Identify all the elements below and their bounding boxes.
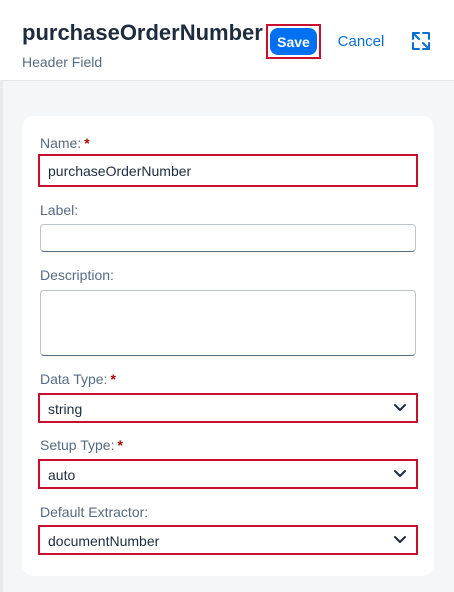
- editor-header: purchaseOrderNumber Header Field Save Ca…: [0, 0, 454, 81]
- chevron-down-icon: [394, 470, 406, 477]
- data-type-select[interactable]: string: [38, 393, 418, 423]
- name-input[interactable]: [38, 154, 418, 187]
- default-extractor-select[interactable]: documentNumber: [38, 525, 418, 555]
- setup-type-value: auto: [48, 467, 76, 483]
- name-label: Name: *: [40, 134, 90, 152]
- panel-edge: [0, 80, 3, 592]
- chevron-down-icon: [394, 404, 406, 411]
- setup-type-label: Setup Type: *: [40, 436, 123, 454]
- chevron-down-icon: [394, 536, 406, 543]
- cancel-button[interactable]: Cancel: [330, 28, 392, 55]
- save-button[interactable]: Save: [270, 28, 317, 55]
- header-field-editor: purchaseOrderNumber Header Field Save Ca…: [0, 0, 454, 592]
- name-label-text: Name:: [40, 135, 82, 151]
- default-extractor-label: Default Extractor:: [40, 504, 149, 520]
- page-subtitle: Header Field: [22, 54, 103, 70]
- default-extractor-value: documentNumber: [48, 533, 160, 549]
- setup-type-required-marker: *: [117, 437, 123, 453]
- page-title: purchaseOrderNumber: [22, 20, 263, 45]
- description-textarea[interactable]: [40, 290, 416, 356]
- data-type-required-marker: *: [110, 371, 116, 387]
- setup-type-label-text: Setup Type:: [40, 437, 115, 453]
- label-field-label: Label:: [40, 202, 79, 218]
- expand-icon: [412, 32, 430, 50]
- data-type-value: string: [48, 401, 83, 417]
- setup-type-select[interactable]: auto: [38, 459, 418, 489]
- description-label: Description:: [40, 267, 114, 283]
- name-required-marker: *: [84, 135, 90, 151]
- data-type-label: Data Type: *: [40, 370, 116, 388]
- data-type-label-text: Data Type:: [40, 371, 108, 387]
- expand-button[interactable]: [408, 29, 434, 53]
- label-input[interactable]: [40, 224, 416, 252]
